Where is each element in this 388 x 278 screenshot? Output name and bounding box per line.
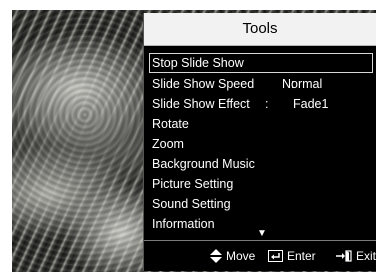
menu-item-label: Slide Show Effect [152,97,250,111]
enter-icon [268,250,283,262]
menu-item-stop-slide-show[interactable]: Stop Slide Show [149,53,373,73]
enter-hint: Enter [268,249,316,263]
menu-item-zoom[interactable]: Zoom [149,134,373,154]
menu-item-slide-show-effect[interactable]: Slide Show Effect : Fade1 [149,94,373,114]
up-down-arrows-icon [210,249,222,263]
menu-item-label: Stop Slide Show [152,56,244,70]
footer-hints: Move Enter Exit [144,240,376,272]
move-label: Move [226,249,256,263]
value-separator: : [265,97,269,111]
tools-panel: Tools Stop Slide Show Slide Show Speed :… [143,13,376,271]
exit-label: Exit [356,249,377,263]
menu-item-label: Background Music [152,157,255,171]
enter-label: Enter [287,249,316,263]
slide-show-effect-value: Fade1 [293,97,329,111]
menu-item-label: Picture Setting [152,177,234,191]
down-triangle-icon[interactable]: ▼ [257,228,267,239]
menu-item-label: Rotate [152,117,189,131]
menu-item-label: Information [152,217,215,231]
menu-item-label: Slide Show Speed [152,77,255,91]
tv-screen: Tools Stop Slide Show Slide Show Speed :… [0,0,388,278]
menu-item-label: Sound Setting [152,197,231,211]
exit-hint: Exit [336,249,376,263]
menu-item-slide-show-speed[interactable]: Slide Show Speed : Normal [149,74,373,94]
menu-item-picture-setting[interactable]: Picture Setting [149,174,373,194]
move-hint: Move [210,249,255,263]
menu-item-background-music[interactable]: Background Music [149,154,373,174]
exit-icon [336,250,352,262]
slide-show-speed-value: Normal [282,77,323,91]
menu-item-sound-setting[interactable]: Sound Setting [149,194,373,214]
tools-menu: Stop Slide Show Slide Show Speed : Norma… [149,53,373,234]
menu-item-label: Zoom [152,137,184,151]
menu-item-rotate[interactable]: Rotate [149,114,373,134]
panel-title: Tools [144,13,376,46]
